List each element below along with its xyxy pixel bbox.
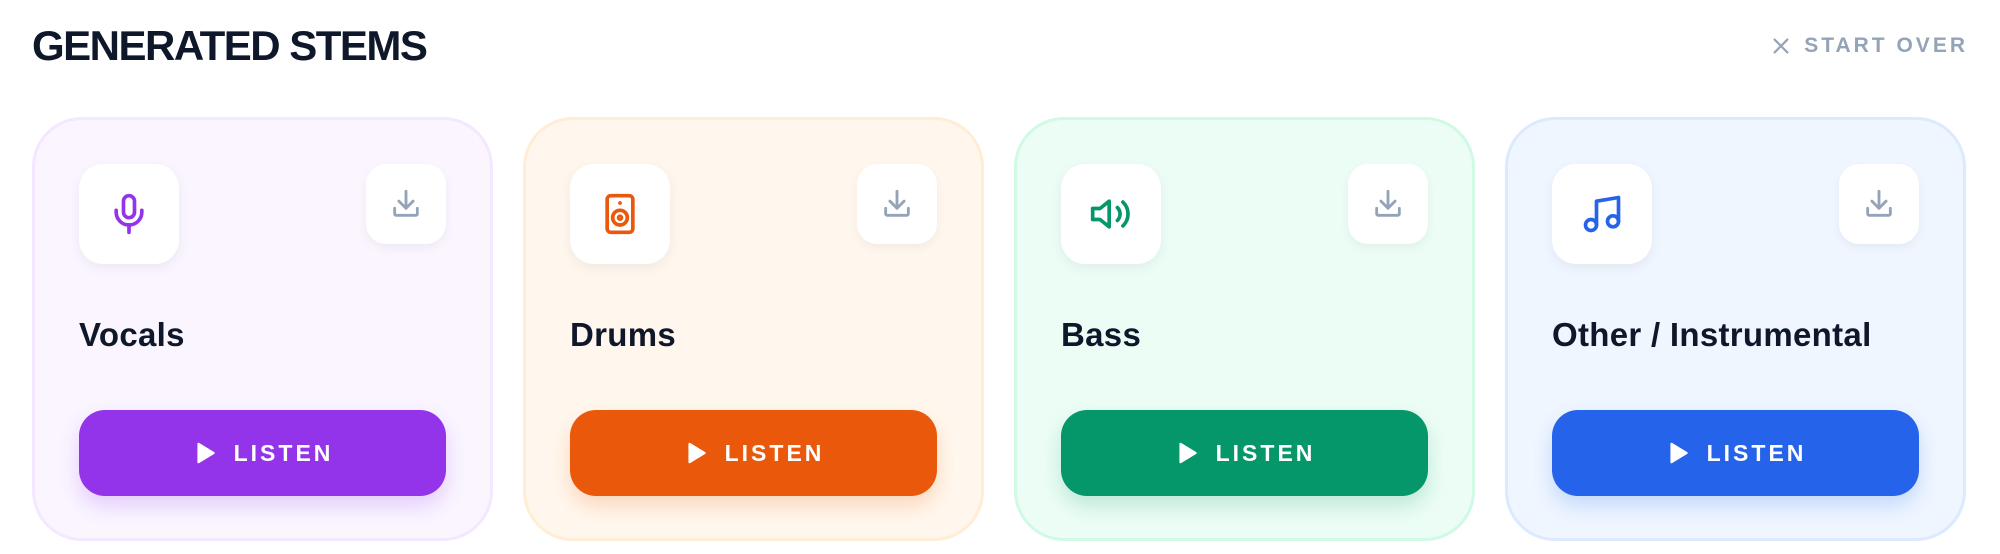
listen-label: LISTEN [1706,439,1807,466]
listen-button[interactable]: LISTEN [1552,410,1919,496]
download-icon [393,189,419,217]
stem-name: Other / Instrumental [1552,316,1872,353]
stem-card-other: Other / Instrumental LISTEN [1505,117,1966,541]
download-button[interactable] [1839,164,1919,244]
stem-card-vocals: Vocals LISTEN [32,117,493,541]
stem-card-drums: Drums LISTEN [523,117,984,541]
stem-icon-box [1061,164,1161,264]
listen-button[interactable]: LISTEN [570,410,937,496]
listen-button[interactable]: LISTEN [1061,410,1428,496]
download-button[interactable] [857,164,937,244]
music-note-icon [1583,195,1621,233]
download-icon [1375,189,1401,217]
play-icon [1670,442,1688,464]
play-icon [688,442,706,464]
stem-cards: Vocals LISTEN Drums LISTEN Bass LISTEN O… [32,117,1966,541]
stem-card-bass: Bass LISTEN [1014,117,1475,541]
stems-page: GENERATED STEMS START OVER Vocals LISTEN… [0,0,2000,554]
download-button[interactable] [366,164,446,244]
stem-icon-box [570,164,670,264]
start-over-label: START OVER [1804,34,1968,57]
listen-label: LISTEN [724,439,825,466]
stem-name: Bass [1061,316,1142,353]
listen-label: LISTEN [233,439,334,466]
start-over-button[interactable]: START OVER [1770,34,1968,58]
play-icon [1179,442,1197,464]
stem-name: Drums [570,316,677,353]
play-icon [197,442,215,464]
listen-label: LISTEN [1215,439,1316,466]
download-icon [884,189,910,217]
download-icon [1866,189,1892,217]
close-icon [1773,38,1789,54]
microphone-icon [114,193,144,235]
volume-icon [1090,199,1130,229]
download-button[interactable] [1348,164,1428,244]
stem-icon-box [79,164,179,264]
stem-name: Vocals [79,316,185,353]
header: GENERATED STEMS START OVER [32,20,1968,72]
listen-button[interactable]: LISTEN [79,410,446,496]
page-title: GENERATED STEMS [32,22,428,69]
speaker-icon [605,193,635,235]
stem-icon-box [1552,164,1652,264]
